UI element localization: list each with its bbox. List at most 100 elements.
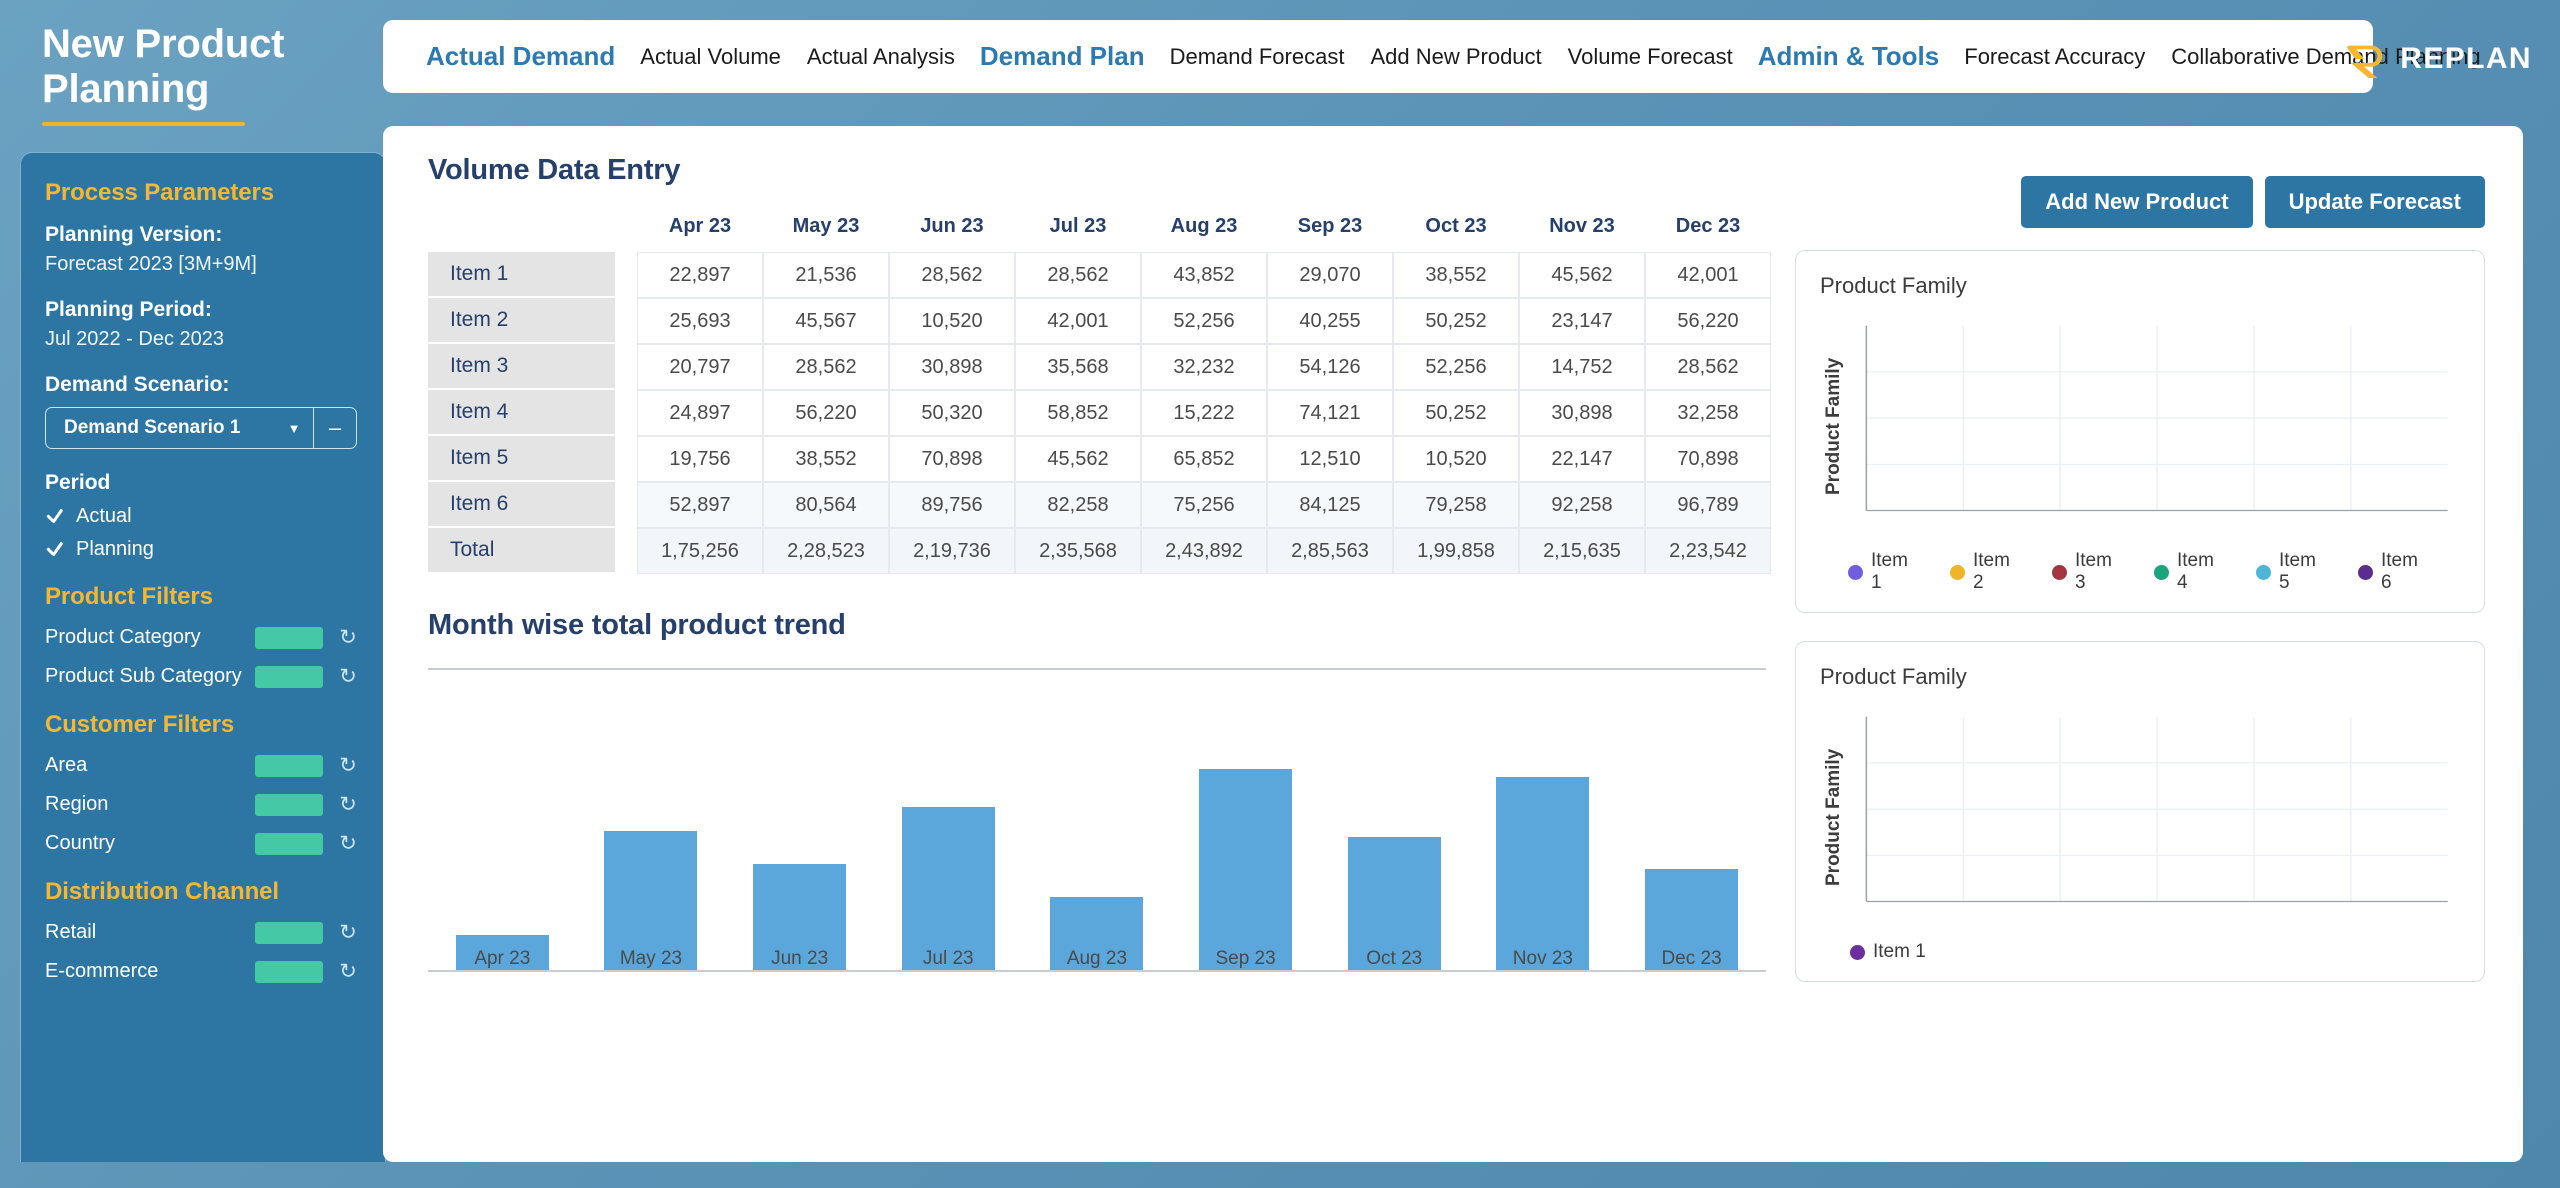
cell[interactable]: 23,147 xyxy=(1519,298,1645,344)
cell[interactable]: 50,252 xyxy=(1393,298,1519,344)
cell[interactable]: 32,232 xyxy=(1141,344,1267,390)
filter-product-sub-category[interactable]: Product Sub Category ↻ xyxy=(45,664,365,689)
legend-item[interactable]: Item 2 xyxy=(1950,550,2024,594)
reset-icon[interactable]: ↻ xyxy=(331,920,365,945)
filter-value-pill[interactable] xyxy=(255,755,323,777)
cell[interactable]: 19,756 xyxy=(637,436,763,482)
cell[interactable]: 30,898 xyxy=(889,344,1015,390)
nav-item-add-new-product[interactable]: Add New Product xyxy=(1357,44,1554,70)
filter-ecommerce[interactable]: E-commerce ↻ xyxy=(45,959,365,984)
cell[interactable]: 45,562 xyxy=(1015,436,1141,482)
legend-item[interactable]: Item 6 xyxy=(2358,550,2432,594)
cell[interactable]: 10,520 xyxy=(889,298,1015,344)
legend-item[interactable]: Item 1 xyxy=(1850,941,1926,963)
filter-country[interactable]: Country ↻ xyxy=(45,831,365,856)
update-forecast-button[interactable]: Update Forecast xyxy=(2265,176,2485,228)
cell[interactable]: 56,220 xyxy=(763,390,889,436)
cell[interactable]: 50,252 xyxy=(1393,390,1519,436)
cell[interactable]: 22,147 xyxy=(1519,436,1645,482)
cell[interactable]: 74,121 xyxy=(1267,390,1393,436)
nav-item-demand-plan[interactable]: Demand Plan xyxy=(968,41,1157,72)
filter-product-category[interactable]: Product Category ↻ xyxy=(45,625,365,650)
cell[interactable]: 70,898 xyxy=(1645,436,1771,482)
cell[interactable]: 28,562 xyxy=(889,252,1015,298)
nav-item-actual-volume[interactable]: Actual Volume xyxy=(627,44,794,70)
cell[interactable]: 58,852 xyxy=(1015,390,1141,436)
cell[interactable]: 28,562 xyxy=(763,344,889,390)
filter-value-pill[interactable] xyxy=(255,961,323,983)
filter-value-pill[interactable] xyxy=(255,666,323,688)
cell[interactable]: 52,256 xyxy=(1393,344,1519,390)
filter-value-pill[interactable] xyxy=(255,833,323,855)
cell[interactable]: 29,070 xyxy=(1267,252,1393,298)
cell[interactable]: 52,256 xyxy=(1141,298,1267,344)
reset-icon[interactable]: ↻ xyxy=(331,753,365,778)
filter-value-pill[interactable] xyxy=(255,922,323,944)
cell[interactable]: 38,552 xyxy=(763,436,889,482)
legend-item[interactable]: Item 4 xyxy=(2154,550,2228,594)
cell[interactable]: 35,568 xyxy=(1015,344,1141,390)
cell[interactable]: 52,897 xyxy=(637,482,763,528)
cell[interactable]: 15,222 xyxy=(1141,390,1267,436)
filter-retail[interactable]: Retail ↻ xyxy=(45,920,365,945)
cell[interactable]: 96,789 xyxy=(1645,482,1771,528)
period-option-planning[interactable]: Planning xyxy=(45,538,367,561)
legend-item[interactable]: Item 3 xyxy=(2052,550,2126,594)
cell[interactable]: 45,567 xyxy=(763,298,889,344)
reset-icon[interactable]: ↻ xyxy=(331,959,365,984)
filter-area[interactable]: Area ↻ xyxy=(45,753,365,778)
nav-item-actual-analysis[interactable]: Actual Analysis xyxy=(794,44,968,70)
cell[interactable]: 14,752 xyxy=(1519,344,1645,390)
reset-icon[interactable]: ↻ xyxy=(331,664,365,689)
nav-item-volume-forecast[interactable]: Volume Forecast xyxy=(1555,44,1746,70)
cell[interactable]: 38,552 xyxy=(1393,252,1519,298)
demand-scenario-remove-button[interactable]: – xyxy=(314,408,356,448)
period-option-actual[interactable]: Actual xyxy=(45,505,367,528)
filter-value-pill[interactable] xyxy=(255,627,323,649)
cell[interactable]: 32,258 xyxy=(1645,390,1771,436)
reset-icon[interactable]: ↻ xyxy=(331,792,365,817)
bar[interactable] xyxy=(902,807,995,970)
bar[interactable] xyxy=(1199,769,1292,970)
cell[interactable]: 24,897 xyxy=(637,390,763,436)
cell[interactable]: 25,693 xyxy=(637,298,763,344)
cell[interactable]: 80,564 xyxy=(763,482,889,528)
cell[interactable]: 84,125 xyxy=(1267,482,1393,528)
nav-item-demand-forecast[interactable]: Demand Forecast xyxy=(1157,44,1358,70)
filter-value-pill[interactable] xyxy=(255,794,323,816)
cell[interactable]: 75,256 xyxy=(1141,482,1267,528)
cell[interactable]: 28,562 xyxy=(1015,252,1141,298)
nav-item-forecast-accuracy[interactable]: Forecast Accuracy xyxy=(1951,44,2158,70)
cell[interactable]: 92,258 xyxy=(1519,482,1645,528)
nav-item-admin-and-tools[interactable]: Admin & Tools xyxy=(1746,41,1952,72)
cell[interactable]: 42,001 xyxy=(1015,298,1141,344)
cell[interactable]: 50,320 xyxy=(889,390,1015,436)
cell[interactable]: 43,852 xyxy=(1141,252,1267,298)
cell[interactable]: 70,898 xyxy=(889,436,1015,482)
cell[interactable]: 42,001 xyxy=(1645,252,1771,298)
cell[interactable]: 30,898 xyxy=(1519,390,1645,436)
legend-item[interactable]: Item 5 xyxy=(2256,550,2330,594)
filter-region[interactable]: Region ↻ xyxy=(45,792,365,817)
cell[interactable]: 56,220 xyxy=(1645,298,1771,344)
cell[interactable]: 54,126 xyxy=(1267,344,1393,390)
cell[interactable]: 22,897 xyxy=(637,252,763,298)
cell[interactable]: 40,255 xyxy=(1267,298,1393,344)
reset-icon[interactable]: ↻ xyxy=(331,625,365,650)
cell[interactable]: 12,510 xyxy=(1267,436,1393,482)
cell[interactable]: 79,258 xyxy=(1393,482,1519,528)
cell[interactable]: 82,258 xyxy=(1015,482,1141,528)
legend-item[interactable]: Item 1 xyxy=(1848,550,1922,594)
demand-scenario-select[interactable]: Demand Scenario 1 ▼ xyxy=(46,408,313,448)
bar[interactable] xyxy=(1496,777,1589,970)
reset-icon[interactable]: ↻ xyxy=(331,831,365,856)
demand-scenario-control[interactable]: Demand Scenario 1 ▼ – xyxy=(45,407,357,449)
cell[interactable]: 89,756 xyxy=(889,482,1015,528)
cell[interactable]: 20,797 xyxy=(637,344,763,390)
cell[interactable]: 28,562 xyxy=(1645,344,1771,390)
nav-item-actual-demand[interactable]: Actual Demand xyxy=(414,41,627,72)
cell[interactable]: 45,562 xyxy=(1519,252,1645,298)
cell[interactable]: 65,852 xyxy=(1141,436,1267,482)
cell[interactable]: 21,536 xyxy=(763,252,889,298)
cell[interactable]: 10,520 xyxy=(1393,436,1519,482)
